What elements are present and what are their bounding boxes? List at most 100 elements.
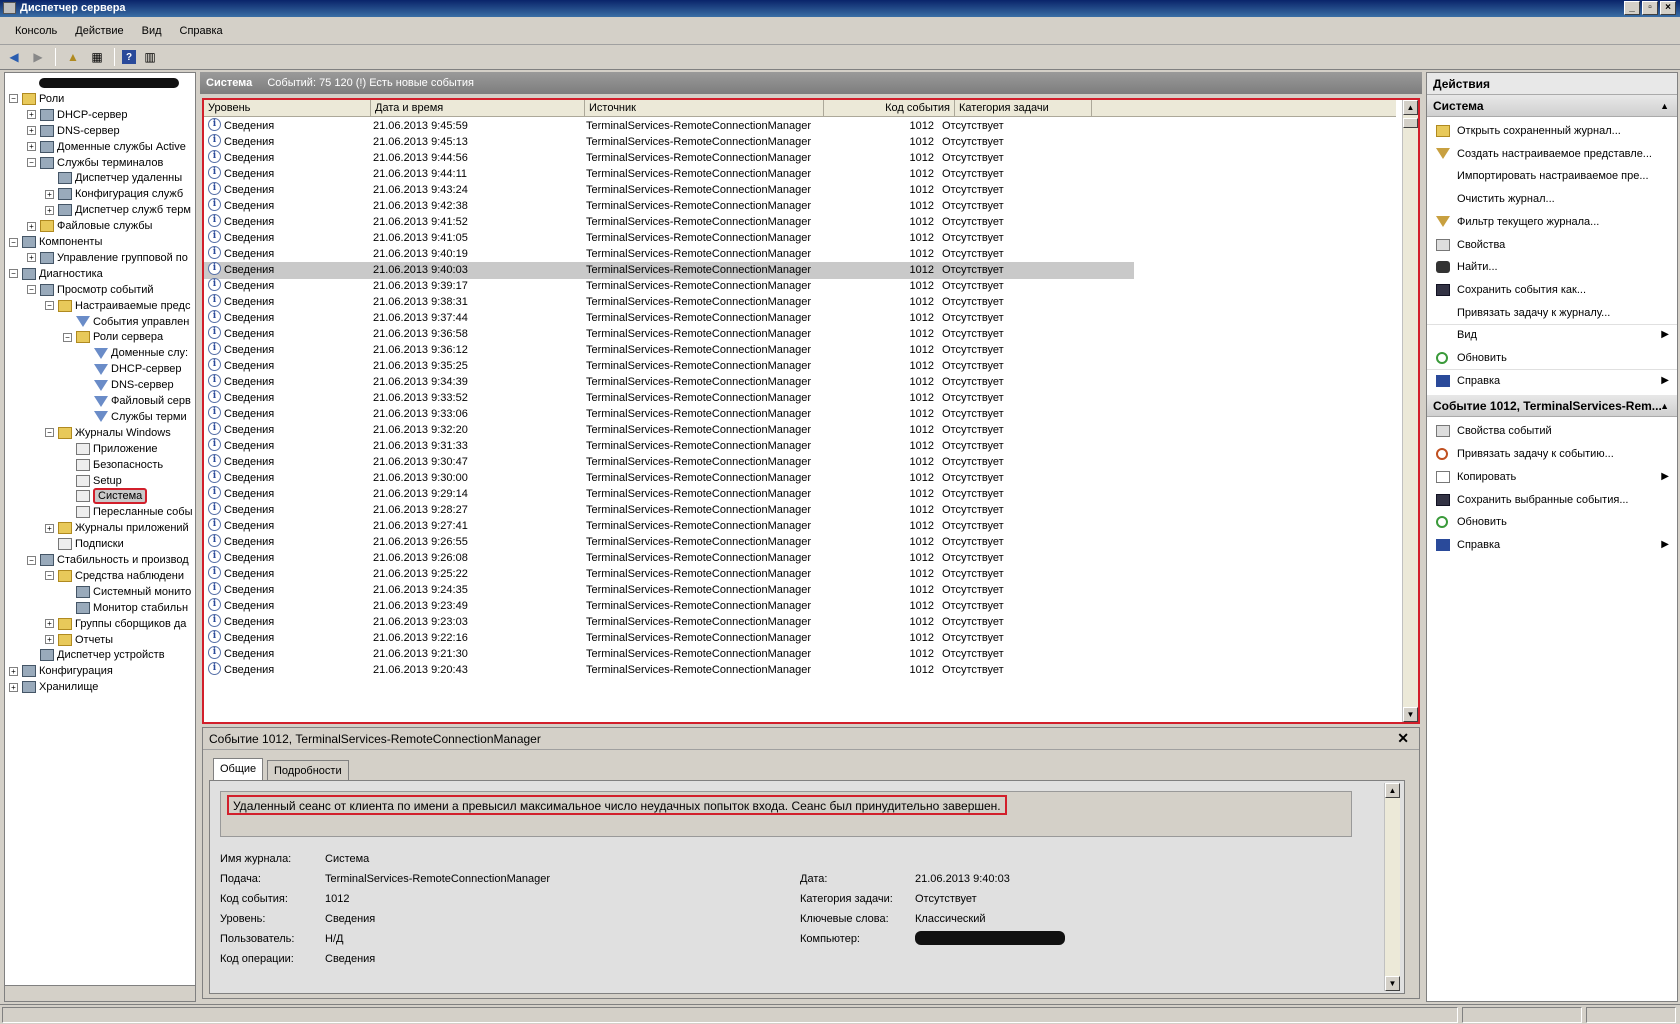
minimize-button[interactable]: _ [1624,1,1640,15]
tree-node[interactable]: События управлен [63,314,189,330]
close-icon[interactable]: ✕ [1397,730,1409,747]
expand-icon[interactable]: + [27,221,36,231]
tree-node[interactable]: Системный монито [63,584,191,600]
menu-console[interactable]: Консоль [6,25,66,37]
table-row[interactable]: i Сведения 21.06.2013 9:40:19 TerminalServi… [204,246,1134,263]
collapse-icon[interactable]: ▲ [1660,95,1669,117]
grid-scrollbar[interactable]: ▲ ▼ [1402,100,1418,722]
expand-icon[interactable]: + [27,126,36,136]
collapse-icon[interactable]: − [45,428,54,438]
action-item[interactable]: Привязать задачу к журналу... [1427,301,1677,325]
collapse-icon[interactable]: − [45,301,54,311]
splitter[interactable] [196,72,200,1002]
table-row[interactable]: i Сведения 21.06.2013 9:30:00 TerminalServi… [204,470,1134,487]
expand-icon[interactable]: + [45,635,54,645]
show-hide-tree-icon[interactable]: ▦ [87,48,107,66]
table-row[interactable]: i Сведения 21.06.2013 9:38:31 TerminalServi… [204,294,1134,311]
table-row[interactable]: i Сведения 21.06.2013 9:31:33 TerminalServi… [204,438,1134,455]
tree-node[interactable]: + Группы сборщиков да [45,616,186,632]
scroll-up-icon[interactable]: ▲ [1403,100,1418,115]
action-item[interactable]: Справка ▶ [1427,533,1677,557]
column-source[interactable]: Источник [585,100,824,117]
detail-scroll-down-icon[interactable]: ▼ [1385,976,1400,991]
table-row[interactable]: i Сведения 21.06.2013 9:27:41 TerminalServi… [204,518,1134,535]
tab-general[interactable]: Общие [213,758,264,781]
collapse-icon[interactable]: − [9,237,18,247]
collapse-icon[interactable]: ▲ [1660,395,1669,417]
tree-node[interactable]: − Стабильность и производ [27,552,189,568]
action-item[interactable]: Создать настраиваемое представле... [1427,142,1677,166]
tree-node[interactable]: + Конфигурация [9,663,113,679]
action-item[interactable]: Сохранить события как... [1427,278,1677,302]
table-row[interactable]: i Сведения 21.06.2013 9:28:27 TerminalServi… [204,502,1134,519]
table-row[interactable]: i Сведения 21.06.2013 9:26:08 TerminalServi… [204,550,1134,567]
tree-node[interactable]: + Конфигурация служб [45,186,183,202]
action-item[interactable]: Сохранить выбранные события... [1427,488,1677,512]
action-item[interactable]: Привязать задачу к событию... [1427,442,1677,466]
table-row[interactable]: i Сведения 21.06.2013 9:45:59 TerminalServi… [204,118,1134,135]
table-row[interactable]: i Сведения 21.06.2013 9:29:14 TerminalServi… [204,486,1134,503]
tree-node[interactable]: Пересланные собы [63,504,192,520]
table-row[interactable]: i Сведения 21.06.2013 9:44:11 TerminalServi… [204,166,1134,183]
tree-node[interactable]: − Просмотр событий [27,282,154,298]
tree-node[interactable]: Безопасность [63,457,163,473]
table-row[interactable]: i Сведения 21.06.2013 9:43:24 TerminalServi… [204,182,1134,199]
table-row[interactable]: i Сведения 21.06.2013 9:36:58 TerminalServi… [204,326,1134,343]
expand-icon[interactable]: + [27,142,36,152]
table-row[interactable]: i Сведения 21.06.2013 9:33:06 TerminalServi… [204,406,1134,423]
menu-view[interactable]: Вид [133,25,171,37]
scroll-thumb[interactable] [1403,118,1418,128]
action-pane-icon[interactable]: ▥ [140,48,160,66]
table-row[interactable]: i Сведения 21.06.2013 9:34:39 TerminalServi… [204,374,1134,391]
action-item[interactable]: Импортировать настраиваемое пре... [1427,164,1677,188]
table-row[interactable]: i Сведения 21.06.2013 9:37:44 TerminalServi… [204,310,1134,327]
table-row[interactable]: i Сведения 21.06.2013 9:40:03 TerminalServi… [204,262,1134,279]
tree-node[interactable] [9,75,179,91]
tree-node[interactable]: + Отчеты [45,632,113,648]
tree-node[interactable]: + Управление групповой по [27,250,188,266]
expand-icon[interactable]: + [9,666,18,676]
actions-section-event[interactable]: Событие 1012, TerminalServices-Rem... ▲ [1427,395,1677,418]
detail-scrollbar[interactable]: ▲ ▼ [1384,783,1400,991]
column-level[interactable]: Уровень [204,100,371,117]
table-row[interactable]: i Сведения 21.06.2013 9:42:38 TerminalServi… [204,198,1134,215]
tree-node[interactable]: Монитор стабильн [63,600,188,616]
table-row[interactable]: i Сведения 21.06.2013 9:20:43 TerminalServi… [204,662,1134,679]
menu-help[interactable]: Справка [171,25,232,37]
tree-node[interactable]: + Журналы приложений [45,520,189,536]
tree-node[interactable]: + Доменные службы Active [27,139,186,155]
action-item[interactable]: Свойства [1427,233,1677,257]
tree-node[interactable]: − Диагностика [9,266,103,282]
expand-icon[interactable]: + [27,253,36,263]
table-row[interactable]: i Сведения 21.06.2013 9:41:52 TerminalServi… [204,214,1134,231]
tree-node[interactable]: Доменные слу: [81,345,188,361]
tree-node[interactable]: − Средства наблюдени [45,568,184,584]
menu-action[interactable]: Действие [66,25,132,37]
table-row[interactable]: i Сведения 21.06.2013 9:32:20 TerminalServi… [204,422,1134,439]
tree-node[interactable]: Диспетчер устройств [27,647,165,663]
table-row[interactable]: i Сведения 21.06.2013 9:30:47 TerminalServi… [204,454,1134,471]
tree-node[interactable]: − Роли [9,91,64,107]
tree-node[interactable]: − Компоненты [9,234,102,250]
tree-node[interactable]: + Файловые службы [27,218,152,234]
table-row[interactable]: i Сведения 21.06.2013 9:39:17 TerminalServi… [204,278,1134,295]
tree-node[interactable]: Службы терми [81,409,187,425]
expand-icon[interactable]: + [45,523,54,533]
tree-node[interactable]: − Настраиваемые предс [45,298,190,314]
tree-node[interactable]: + DHCP-сервер [27,107,128,123]
action-item[interactable]: Справка ▶ [1427,369,1677,393]
table-row[interactable]: i Сведения 21.06.2013 9:22:16 TerminalServi… [204,630,1134,647]
up-folder-icon[interactable]: ▲ [63,48,83,66]
table-row[interactable]: i Сведения 21.06.2013 9:44:56 TerminalServi… [204,150,1134,167]
action-item[interactable]: Фильтр текущего журнала... [1427,210,1677,234]
table-row[interactable]: i Сведения 21.06.2013 9:25:22 TerminalServi… [204,566,1134,583]
tree-node[interactable]: Setup [63,473,122,489]
collapse-icon[interactable]: − [9,269,18,279]
table-row[interactable]: i Сведения 21.06.2013 9:23:03 TerminalServi… [204,614,1134,631]
expand-icon[interactable]: + [45,189,54,199]
action-item[interactable]: Вид ▶ [1427,323,1677,347]
expand-icon[interactable]: + [27,110,36,120]
tree-scrollbar[interactable] [5,985,195,1001]
tree-node[interactable]: Система [63,488,148,505]
table-row[interactable]: i Сведения 21.06.2013 9:26:55 TerminalServi… [204,534,1134,551]
